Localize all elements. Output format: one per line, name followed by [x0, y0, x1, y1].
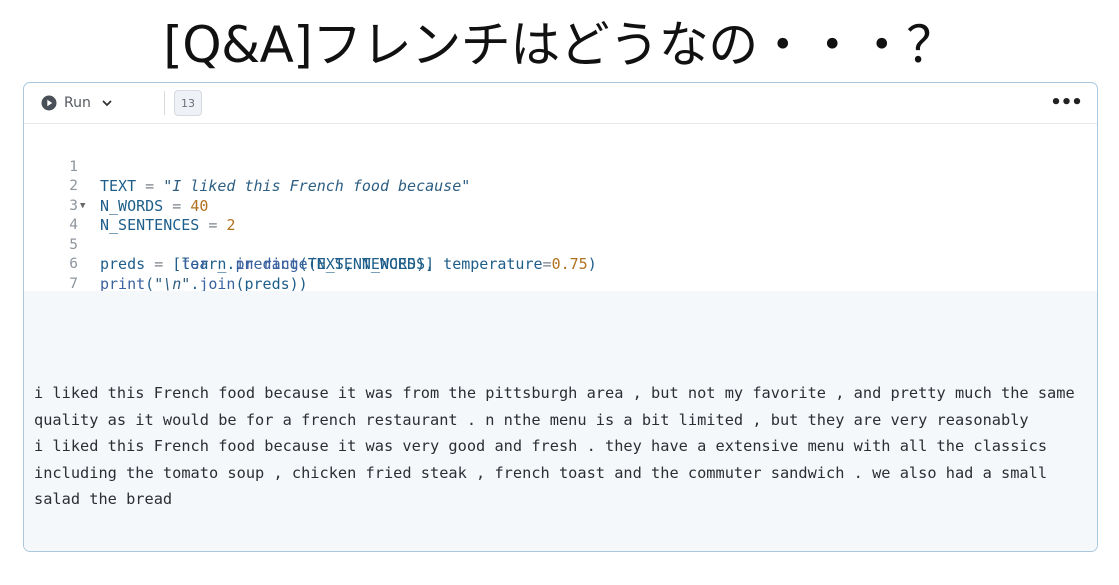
code-line: 7 — [24, 255, 1097, 292]
code-line: 2 N_WORDS = 40 — [24, 158, 1097, 215]
code-line: 4 ▼ preds = [learn.predict(TEXT, N_WORDS… — [24, 197, 1097, 274]
run-label: Run — [64, 95, 91, 111]
fold-triangle-icon[interactable]: ▼ — [80, 197, 85, 217]
cell-output: i liked this French food because it was … — [24, 291, 1097, 551]
slide-title: [Q&A]フレンチはどうなの・・・？ — [163, 16, 956, 74]
play-circle-icon — [41, 95, 57, 111]
code-line: 3 N_SENTENCES = 2 — [24, 177, 1097, 235]
output-text: i liked this French food because it was … — [34, 384, 1075, 508]
execution-count-badge: 13 — [174, 90, 202, 116]
code-line: 6 print("\n".join(preds)) — [24, 236, 1097, 293]
run-button[interactable]: Run — [41, 92, 113, 114]
code-editor[interactable]: 1 TEXT = "I liked this French food becau… — [24, 124, 1097, 293]
code-line: 1 TEXT = "I liked this French food becau… — [24, 138, 1097, 196]
notebook-cell: Run 13 ••• 1 TEXT = "I liked this French… — [23, 82, 1098, 552]
ellipsis-icon[interactable]: ••• — [1050, 91, 1083, 113]
code-line: 5 for _ in range(N_SENTENCES)] — [24, 216, 1097, 274]
chevron-down-icon[interactable] — [101, 97, 113, 109]
toolbar-divider — [164, 91, 165, 115]
cell-toolbar: Run 13 ••• — [24, 83, 1097, 124]
